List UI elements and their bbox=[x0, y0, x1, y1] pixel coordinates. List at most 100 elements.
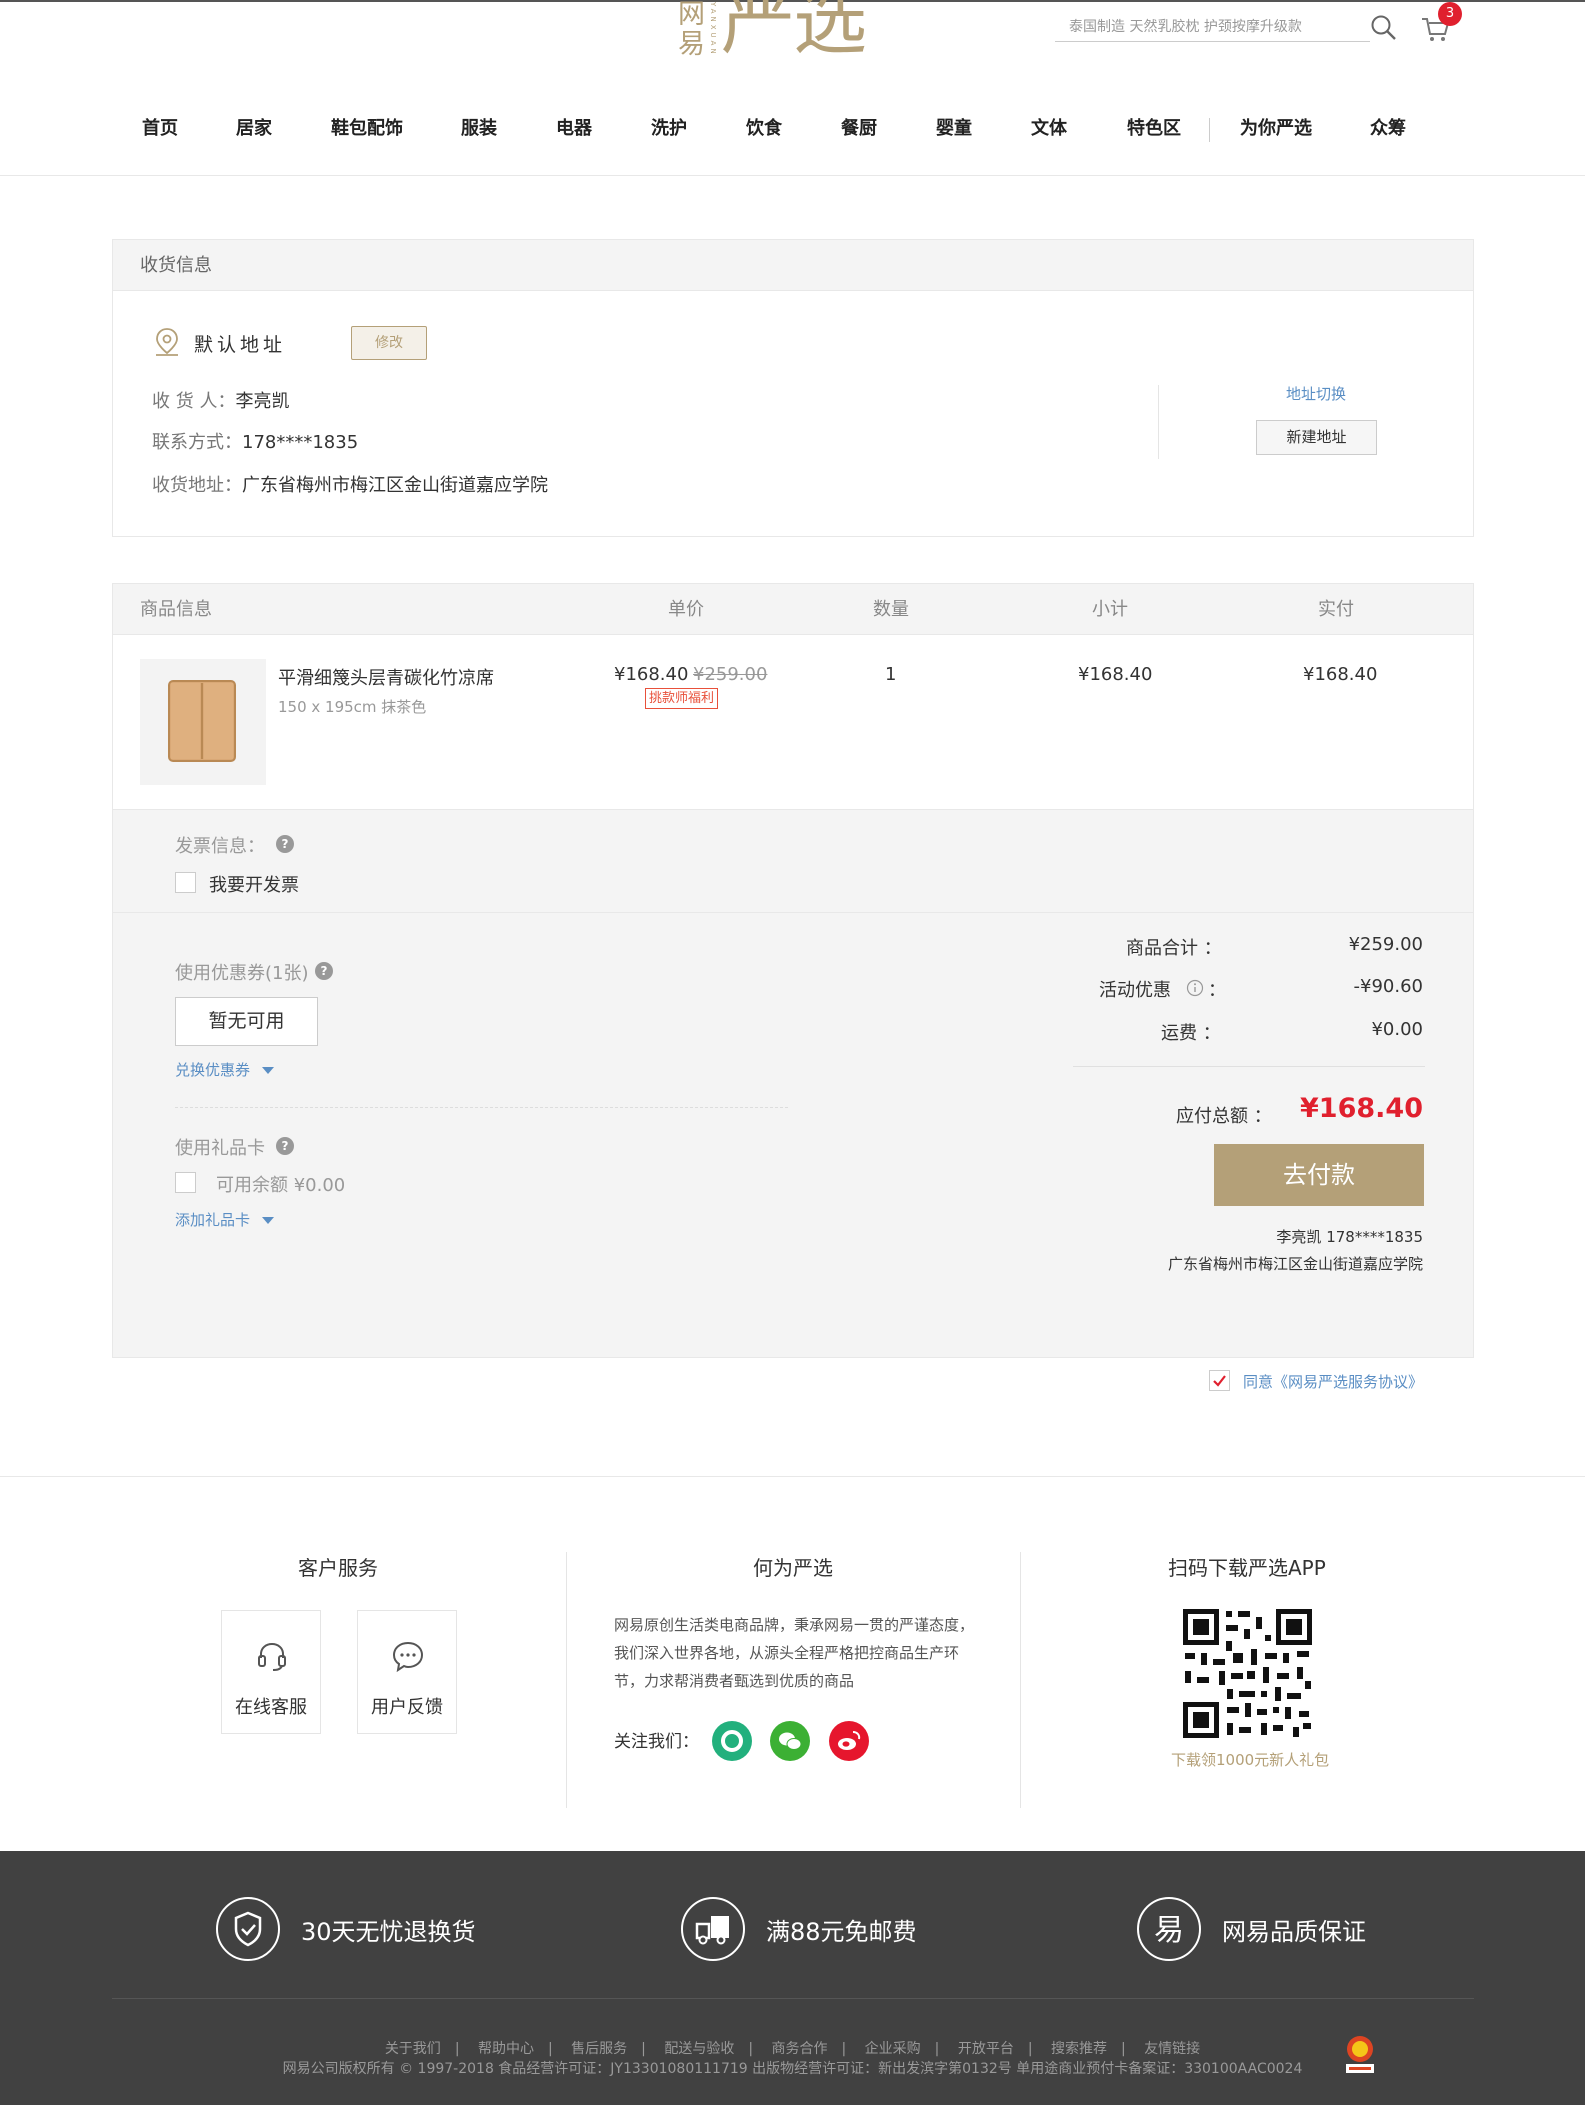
nav-item-crowdfunding[interactable]: 众筹 bbox=[1370, 112, 1406, 146]
gift-card-checkbox[interactable] bbox=[175, 1172, 196, 1193]
weibo-icon[interactable] bbox=[829, 1721, 869, 1761]
exchange-coupon-link[interactable]: 兑换优惠券 bbox=[175, 1059, 275, 1080]
truck-icon bbox=[681, 1897, 745, 1961]
footer-link-after-sales[interactable]: 售后服务 bbox=[571, 2041, 627, 2057]
logo-latin: YANXUAN bbox=[709, 2, 717, 57]
footer-link-business[interactable]: 商务合作 bbox=[772, 2041, 828, 2057]
summary-divider bbox=[1073, 1066, 1425, 1067]
switch-address-link[interactable]: 地址切换 bbox=[1286, 383, 1346, 404]
help-icon[interactable]: ? bbox=[315, 962, 333, 980]
help-icon[interactable]: ? bbox=[276, 835, 294, 853]
online-service-button[interactable]: 在线客服 bbox=[221, 1610, 321, 1734]
header-unit-price: 单价 bbox=[668, 599, 704, 620]
payable-label: 应付总额 ： bbox=[1176, 1106, 1272, 1127]
invoice-label: 发票信息： bbox=[175, 836, 265, 857]
footer-link-search[interactable]: 搜索推荐 bbox=[1051, 2041, 1107, 2057]
gift-card-balance: 可用余额 ¥0.00 bbox=[216, 1175, 346, 1196]
nav-item-home[interactable]: 首页 bbox=[142, 112, 178, 146]
nav-item-special[interactable]: 特色区 bbox=[1127, 112, 1181, 146]
product-name[interactable]: 平滑细篾头层青碳化竹凉席 bbox=[278, 664, 494, 690]
column-divider bbox=[1020, 1552, 1021, 1808]
footer-link-delivery[interactable]: 配送与验收 bbox=[664, 2041, 734, 2057]
pay-button[interactable]: 去付款 bbox=[1214, 1144, 1424, 1206]
new-address-button[interactable]: 新建地址 bbox=[1256, 420, 1377, 455]
contact-phone: 178****1835 bbox=[242, 432, 359, 453]
site-logo[interactable]: 网 易 YANXUAN 严选 bbox=[678, 0, 867, 65]
main-nav: 首页 居家 鞋包配饰 服装 电器 洗护 饮食 餐厨 婴童 文体 特色区 为你严选… bbox=[120, 112, 1420, 146]
search-icon[interactable] bbox=[1370, 14, 1398, 42]
invoice-section: 发票信息： ? 我要开发票 bbox=[113, 809, 1473, 913]
add-gift-card-link[interactable]: 添加礼品卡 bbox=[175, 1209, 275, 1230]
logo-wangyi: 网 易 bbox=[678, 0, 705, 60]
footer-link-about[interactable]: 关于我们 bbox=[385, 2041, 441, 2057]
nav-item-kitchen[interactable]: 餐厨 bbox=[841, 112, 877, 146]
address-row: 收货地址：广东省梅州市梅江区金山街道嘉应学院 bbox=[152, 471, 548, 497]
header-goods-info: 商品信息 bbox=[140, 599, 212, 620]
help-icon[interactable]: ? bbox=[276, 1137, 294, 1155]
weibo-glyph bbox=[838, 1731, 861, 1750]
quality-icon: 易 bbox=[1137, 1897, 1201, 1961]
goods-total-value: ¥259.00 bbox=[1348, 934, 1423, 955]
address-text: 广东省梅州市梅江区金山街道嘉应学院 bbox=[242, 475, 548, 496]
footer-link-help[interactable]: 帮助中心 bbox=[478, 2041, 534, 2057]
agreement-checkbox[interactable] bbox=[1209, 1370, 1230, 1391]
chat-bubble-icon bbox=[392, 1641, 424, 1673]
nav-item-appliances[interactable]: 电器 bbox=[556, 112, 592, 146]
footer-bottom: 30天无忧退换货 满88元免邮费 易 网易品质保证 关于我们 | 帮助中心 | 售后… bbox=[0, 1851, 1585, 2105]
goods-table-header: 商品信息 单价 数量 小计 实付 bbox=[113, 584, 1473, 635]
bamboo-mat-image bbox=[168, 680, 236, 762]
summary-receiver: 李亮凯 178****1835 bbox=[1276, 1228, 1423, 1246]
contact-label: 联系方式： bbox=[152, 432, 242, 453]
service-agreement-link[interactable]: 同意《网易严选服务协议》 bbox=[1243, 1371, 1423, 1392]
logo-char: 网 bbox=[678, 0, 705, 30]
footer-info: 客户服务 在线客服 用户反馈 何为严选 网易原创生活类电商品牌，秉承网易一贯的严… bbox=[0, 1476, 1585, 1851]
order-goods-panel: 商品信息 单价 数量 小计 实付 平滑细篾头层青碳化竹凉席 150 x 195c… bbox=[112, 583, 1474, 1358]
feedback-button[interactable]: 用户反馈 bbox=[357, 1610, 457, 1734]
logo-yanxuan: 严选 bbox=[721, 0, 867, 65]
quantity: 1 bbox=[885, 664, 897, 685]
police-badge-icon[interactable] bbox=[1340, 2031, 1380, 2075]
nav-item-home-living[interactable]: 居家 bbox=[236, 112, 272, 146]
product-image[interactable] bbox=[140, 659, 266, 785]
nav-item-clothing[interactable]: 服装 bbox=[461, 112, 497, 146]
customer-service-title: 客户服务 bbox=[298, 1556, 378, 1580]
promise-quality-text: 网易品质保证 bbox=[1222, 1918, 1366, 1946]
header-quantity: 数量 bbox=[873, 599, 909, 620]
search-input[interactable]: 泰国制造 天然乳胶枕 护颈按摩升级款 bbox=[1055, 14, 1370, 42]
invoice-checkbox[interactable] bbox=[175, 872, 196, 893]
yixin-icon[interactable] bbox=[712, 1721, 752, 1761]
receiver-label: 收 货 人： bbox=[152, 391, 236, 412]
nav-item-for-you[interactable]: 为你严选 bbox=[1240, 112, 1312, 146]
about-text: 网易原创生活类电商品牌，秉承网易一贯的严谨态度，我们深入世界各地，从源头全程严格… bbox=[614, 1616, 975, 1690]
invoice-checkbox-label[interactable]: 我要开发票 bbox=[209, 871, 299, 897]
footer-link-open-platform[interactable]: 开放平台 bbox=[958, 2041, 1014, 2057]
address-label: 收货地址： bbox=[152, 475, 242, 496]
about-title: 何为严选 bbox=[753, 1556, 833, 1580]
footer-link-enterprise[interactable]: 企业采购 bbox=[865, 2041, 921, 2057]
nav-item-baby[interactable]: 婴童 bbox=[936, 112, 972, 146]
receiver-row: 收 货 人：李亮凯 bbox=[152, 387, 289, 413]
promise-shipping-text: 满88元免邮费 bbox=[766, 1918, 917, 1946]
shipping-fee-label: 运费 ： bbox=[1161, 1023, 1221, 1044]
qr-code bbox=[1181, 1607, 1314, 1740]
nav-item-care[interactable]: 洗护 bbox=[651, 112, 687, 146]
promise-returns-text: 30天无忧退换货 bbox=[301, 1918, 476, 1946]
nav-item-bags[interactable]: 鞋包配饰 bbox=[331, 112, 403, 146]
exchange-coupon-label: 兑换优惠券 bbox=[175, 1061, 251, 1079]
cart-count-badge: 3 bbox=[1438, 2, 1462, 26]
discount-label: 活动优惠 bbox=[1099, 980, 1171, 1001]
shield-icon bbox=[216, 1897, 280, 1961]
default-address-label: 默认地址 bbox=[194, 334, 287, 356]
info-icon[interactable] bbox=[1186, 979, 1204, 997]
nav-item-food[interactable]: 饮食 bbox=[746, 112, 782, 146]
address-divider bbox=[1158, 385, 1159, 459]
edit-address-button[interactable]: 修改 bbox=[351, 326, 427, 360]
chevron-down-icon bbox=[262, 1217, 275, 1224]
svg-text:易: 易 bbox=[1154, 1913, 1184, 1948]
footer-link-friends[interactable]: 友情链接 bbox=[1144, 2041, 1200, 2057]
wechat-icon[interactable] bbox=[770, 1721, 810, 1761]
yixin-glyph bbox=[721, 1730, 743, 1752]
coupon-select-button[interactable]: 暂无可用 bbox=[175, 997, 318, 1046]
nav-item-sports[interactable]: 文体 bbox=[1031, 112, 1067, 146]
headset-icon bbox=[258, 1642, 286, 1671]
